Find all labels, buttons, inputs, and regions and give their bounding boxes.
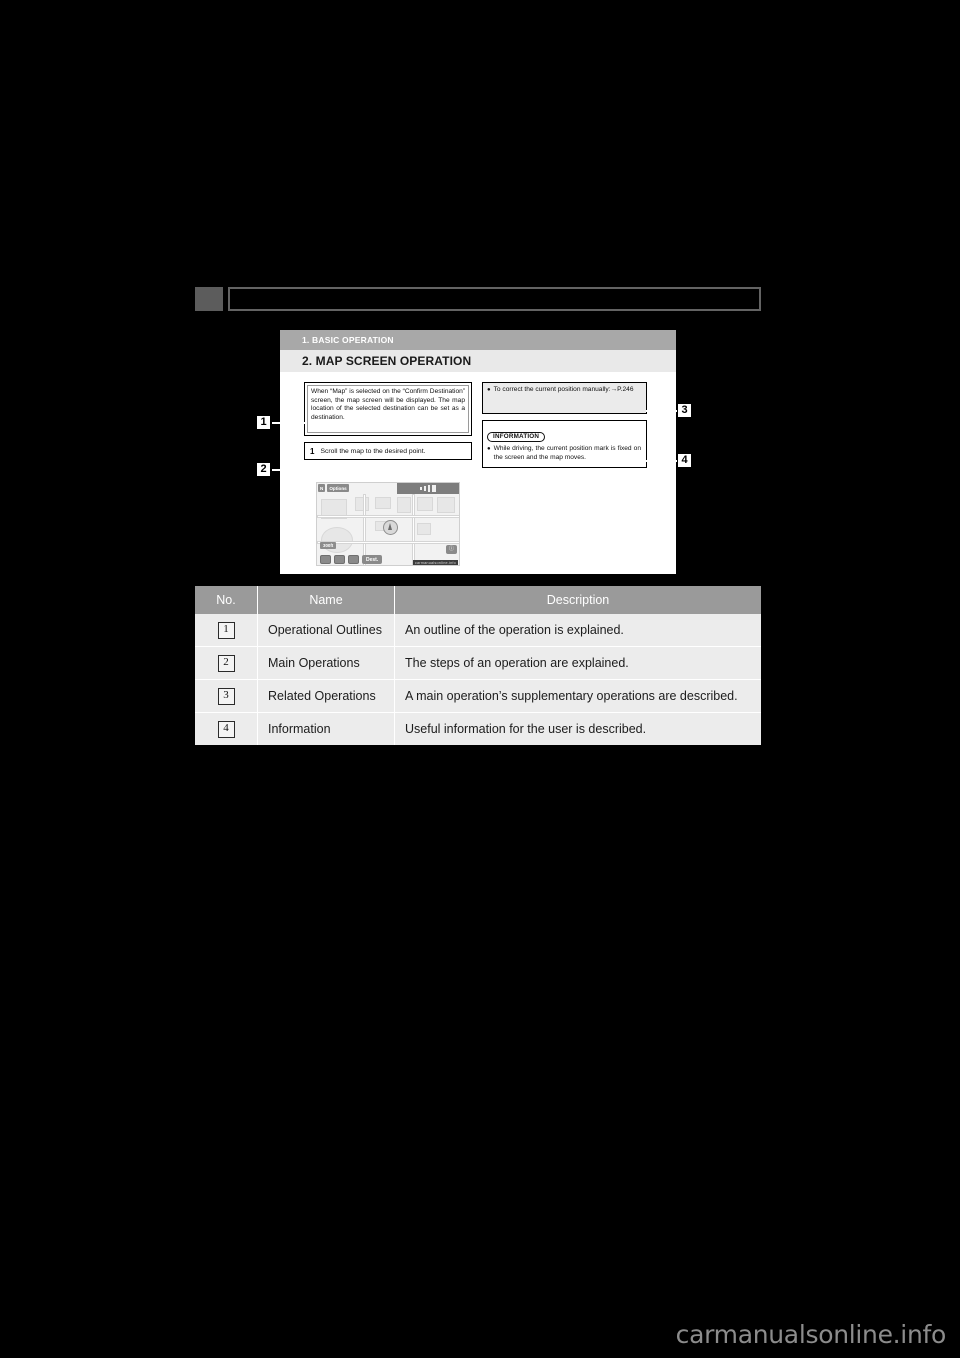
row-name-cell: Main Operations [257, 646, 395, 680]
nav-help-button[interactable]: ⓘ [446, 545, 457, 554]
information-row: ● While driving, the current position ma… [487, 445, 641, 462]
table-row: 2 Main Operations The steps of an operat… [195, 646, 761, 680]
operational-outlines-box: When “Map” is selected on the “Confirm D… [304, 382, 472, 436]
row-number-cell: 1 [195, 614, 258, 647]
operational-outlines-inner-frame: When “Map” is selected on the “Confirm D… [307, 385, 469, 433]
nav-screenshot-watermark: carmanualsonline.info [412, 560, 458, 565]
navigation-top-left-controls[interactable]: N Options [318, 484, 349, 492]
nav-options-button[interactable]: Options [327, 484, 349, 492]
table-row: 3 Related Operations A main operation’s … [195, 679, 761, 713]
number-badge-3: 3 [217, 688, 235, 705]
main-operations-box: 1 Scroll the map to the desired point. [304, 442, 472, 460]
figure-section-band-label: 1. BASIC OPERATION [302, 335, 394, 345]
information-box: INFORMATION ● While driving, the current… [482, 420, 647, 468]
callout-marker-4: 4 [676, 452, 693, 469]
row-description-cell: The steps of an operation are explained. [394, 646, 761, 680]
number-badge-2: 2 [217, 655, 235, 672]
current-position-marker-icon [383, 520, 398, 535]
callout-marker-2: 2 [255, 461, 272, 478]
number-badge-1: 1 [217, 622, 235, 639]
table-header-row: No. Name Description [195, 586, 761, 614]
callout-marker-3: 3 [676, 402, 693, 419]
legend-table: No. Name Description 1 Operational Outli… [195, 586, 761, 745]
page-watermark: carmanualsonline.info [675, 1320, 947, 1349]
page-header-tab-marker [195, 287, 223, 311]
information-label-pill: INFORMATION [487, 432, 546, 442]
callout-leader-line-4 [646, 460, 677, 462]
row-description-cell: An outline of the operation is explained… [394, 614, 761, 647]
row-number-cell: 4 [195, 712, 258, 745]
column-header-name: Name [257, 586, 395, 614]
related-operations-row: ● To correct the current position manual… [487, 386, 641, 395]
row-description-cell: A main operation’s supplementary operati… [394, 679, 761, 713]
page-header-strip [195, 287, 761, 311]
callout-leader-line-2 [272, 469, 306, 471]
row-number-cell: 2 [195, 646, 258, 680]
row-name-cell: Information [257, 712, 395, 745]
column-header-description: Description [394, 586, 761, 614]
table-row: 4 Information Useful information for the… [195, 712, 761, 745]
information-text: While driving, the current position mark… [493, 445, 641, 461]
related-operations-box: ● To correct the current position manual… [482, 382, 647, 414]
main-operations-step-number: 1 [310, 446, 315, 456]
bullet-icon: ● [487, 446, 491, 452]
row-name-cell: Operational Outlines [257, 614, 395, 647]
main-operations-step-text: Scroll the map to the desired point. [320, 447, 426, 455]
nav-scale-label: 300ft [320, 542, 337, 549]
row-description-cell: Useful information for the user is descr… [394, 712, 761, 745]
callout-leader-line-1 [272, 422, 306, 424]
navigation-map-screenshot: N Options 300ft Dest. ⓘ carmanualsonline… [316, 482, 460, 566]
row-number-cell: 3 [195, 679, 258, 713]
callout-marker-1: 1 [255, 414, 272, 431]
figure-section-title: 2. MAP SCREEN OPERATION [302, 354, 472, 368]
operational-outlines-text: When “Map” is selected on the “Confirm D… [311, 388, 465, 421]
row-name-cell: Related Operations [257, 679, 395, 713]
home-button[interactable] [348, 555, 359, 564]
nav-dest-button[interactable]: Dest. [362, 555, 383, 564]
zoom-out-button[interactable] [320, 555, 331, 564]
number-badge-4: 4 [217, 721, 235, 738]
related-operations-text: To correct the current position manually… [493, 386, 634, 393]
figure-section-band: 1. BASIC OPERATION [280, 330, 676, 350]
manual-page-figure: 1. BASIC OPERATION 2. MAP SCREEN OPERATI… [280, 330, 676, 574]
callout-leader-line-3 [646, 410, 677, 412]
compass-north-icon[interactable]: N [318, 484, 326, 492]
bullet-icon: ● [487, 387, 491, 393]
zoom-in-button[interactable] [334, 555, 345, 564]
column-header-no: No. [195, 586, 258, 614]
navigation-status-bar [397, 483, 459, 494]
table-row: 1 Operational Outlines An outline of the… [195, 614, 761, 647]
figure-section-title-band: 2. MAP SCREEN OPERATION [280, 350, 676, 372]
page-header-bar [228, 287, 761, 311]
